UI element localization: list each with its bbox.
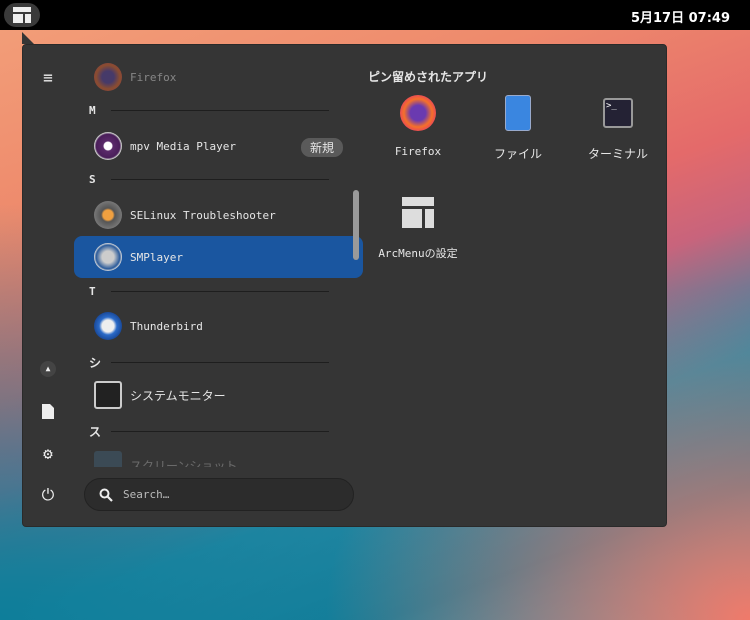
app-firefox[interactable]: Firefox [74, 59, 363, 98]
section-header: M [89, 104, 329, 117]
app-screenshot[interactable]: スクリーンショット [74, 444, 363, 467]
pinned-files[interactable]: ファイル [468, 95, 568, 162]
terminal-icon: >_ [603, 98, 633, 128]
app-label: SMPlayer [130, 250, 183, 264]
app-label: スクリーンショット [130, 458, 238, 468]
arcmenu-button[interactable] [4, 3, 40, 27]
app-label: SELinux Troubleshooter [130, 208, 276, 222]
arcmenu-icon [13, 7, 31, 23]
app-system-monitor[interactable]: システムモニター [74, 374, 363, 416]
mpv-icon [94, 132, 122, 160]
app-selinux-troubleshooter[interactable]: SELinux Troubleshooter [74, 194, 363, 236]
arcmenu-icon [400, 195, 436, 231]
arc-menu: ≡ ▲ ⚙ ⏻ Firefox M mpv Media Player 新規 S S… [22, 44, 667, 527]
app-smplayer[interactable]: SMPlayer [74, 236, 363, 278]
search-icon [99, 488, 113, 502]
section-header: シ [89, 354, 329, 371]
new-badge: 新規 [300, 138, 343, 157]
user-icon[interactable]: ▲ [37, 358, 59, 380]
screenshot-icon [94, 451, 122, 467]
section-header: S [89, 173, 329, 186]
section-header: T [89, 285, 329, 298]
settings-icon[interactable]: ⚙ [37, 442, 59, 464]
pinned-title: ピン留めされたアプリ [368, 70, 489, 84]
app-label: システムモニター [130, 388, 226, 403]
pinned-terminal[interactable]: >_ ターミナル [568, 95, 668, 162]
pinned-arcmenu-settings[interactable]: ArcMenuの設定 [368, 195, 468, 261]
app-list: Firefox M mpv Media Player 新規 S SELinux T… [73, 59, 365, 467]
sidebar: ≡ ▲ ⚙ ⏻ [23, 45, 73, 526]
system-monitor-icon [94, 381, 122, 409]
thunderbird-icon [94, 312, 122, 340]
app-thunderbird[interactable]: Thunderbird [74, 305, 363, 347]
files-icon [505, 95, 531, 131]
search-placeholder: Search… [123, 488, 170, 501]
documents-icon[interactable] [37, 400, 59, 422]
selinux-icon [94, 201, 122, 229]
smplayer-icon [94, 243, 122, 271]
scrollbar[interactable] [353, 190, 359, 260]
app-label: Thunderbird [130, 319, 203, 333]
app-label: mpv Media Player [130, 139, 236, 153]
pinned-firefox[interactable]: Firefox [368, 95, 468, 158]
app-mpv[interactable]: mpv Media Player 新規 [74, 125, 363, 167]
firefox-icon [94, 63, 122, 91]
firefox-icon [400, 95, 436, 131]
menu-icon[interactable]: ≡ [37, 66, 59, 88]
section-header: ス [89, 423, 329, 440]
top-bar: 5月17日 07:49 [0, 0, 750, 30]
app-label: Firefox [130, 70, 177, 84]
clock[interactable]: 5月17日 07:49 [631, 7, 730, 26]
menu-arrow [22, 32, 34, 44]
search-input[interactable]: Search… [84, 478, 354, 511]
power-icon[interactable]: ⏻ [37, 484, 59, 506]
